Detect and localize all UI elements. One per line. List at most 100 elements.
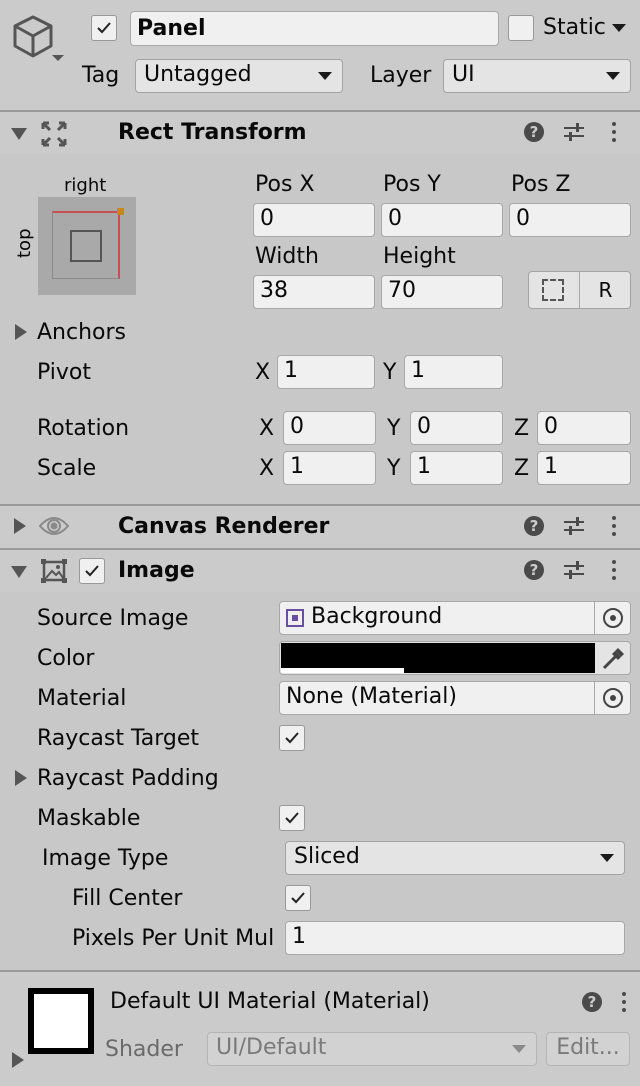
- rect-transform-icon: [40, 120, 68, 148]
- color-swatch[interactable]: [281, 643, 595, 673]
- kebab-menu-icon[interactable]: [610, 515, 618, 537]
- canvas-renderer-eye-icon: [38, 512, 70, 540]
- raycast-padding-foldout-arrow[interactable]: [15, 770, 27, 786]
- rotation-y-label: Y: [387, 416, 401, 441]
- material-label: Material: [37, 686, 127, 711]
- rect-transform-header[interactable]: Rect Transform ?: [0, 110, 640, 154]
- kebab-menu-icon[interactable]: [610, 559, 618, 581]
- image-header[interactable]: Image ?: [0, 548, 640, 592]
- material-field[interactable]: None (Material): [279, 681, 631, 715]
- foldout-arrow-collapsed[interactable]: [14, 518, 26, 534]
- kebab-menu-icon[interactable]: [610, 121, 618, 143]
- active-checkbox[interactable]: [91, 15, 117, 41]
- raycast-target-checkbox[interactable]: [279, 725, 305, 751]
- anchor-preset-v-label: top: [14, 228, 35, 259]
- gameobject-cube-icon[interactable]: [10, 14, 66, 66]
- image-title: Image: [118, 558, 195, 583]
- alpha-bar: [281, 668, 404, 673]
- static-label: Static: [543, 15, 606, 40]
- sprite-icon: [286, 609, 304, 627]
- preset-sliders-icon[interactable]: [563, 121, 585, 143]
- blueprint-icon[interactable]: [542, 279, 564, 301]
- material-thumbnail[interactable]: [28, 988, 94, 1054]
- rotation-z-label: Z: [514, 416, 530, 441]
- maskable-checkbox[interactable]: [279, 805, 305, 831]
- gameobject-header: Panel Static Tag Untagged Layer UI: [0, 0, 640, 110]
- scale-y-field[interactable]: 1: [410, 451, 503, 485]
- pixels-per-unit-field[interactable]: 1: [285, 921, 625, 955]
- pos-z-field[interactable]: 0: [509, 203, 631, 237]
- foldout-arrow-expanded[interactable]: [11, 128, 27, 140]
- pivot-y-field[interactable]: 1: [404, 355, 503, 389]
- pos-x-label: Pos X: [255, 172, 315, 197]
- layer-dropdown[interactable]: UI: [443, 59, 631, 93]
- object-picker-icon[interactable]: [594, 682, 630, 714]
- image-type-label: Image Type: [42, 846, 169, 871]
- pos-y-label: Pos Y: [383, 172, 441, 197]
- height-field[interactable]: 70: [381, 275, 503, 309]
- fill-center-label: Fill Center: [72, 886, 183, 911]
- image-enabled-checkbox[interactable]: [79, 558, 105, 584]
- scale-z-label: Z: [514, 456, 530, 481]
- pivot-label: Pivot: [37, 360, 92, 385]
- raw-edit-icon[interactable]: R: [579, 272, 631, 308]
- canvas-renderer-title: Canvas Renderer: [118, 514, 330, 539]
- fill-center-checkbox[interactable]: [285, 885, 311, 911]
- pivot-x-field[interactable]: 1: [277, 355, 375, 389]
- material-preview-title: Default UI Material (Material): [110, 989, 430, 1014]
- shader-label: Shader: [105, 1037, 183, 1062]
- eyedropper-icon[interactable]: [600, 646, 626, 672]
- color-label: Color: [37, 646, 95, 671]
- material-value: None (Material): [286, 684, 457, 709]
- raycast-target-label: Raycast Target: [37, 726, 200, 751]
- image-component-icon: [40, 558, 68, 584]
- pivot-y-label: Y: [383, 360, 397, 385]
- anchor-handle: [117, 208, 124, 215]
- width-field[interactable]: 38: [253, 275, 375, 309]
- chevron-down-icon: [318, 72, 332, 80]
- anchors-label[interactable]: Anchors: [37, 321, 126, 345]
- blueprint-raw-group: R: [528, 271, 631, 309]
- foldout-arrow-expanded[interactable]: [11, 566, 27, 578]
- height-label: Height: [383, 244, 456, 269]
- scale-x-field[interactable]: 1: [283, 451, 376, 485]
- rotation-x-label: X: [259, 416, 275, 441]
- gameobject-name-input[interactable]: Panel: [130, 11, 499, 46]
- rotation-x-field[interactable]: 0: [283, 411, 376, 445]
- preset-sliders-icon[interactable]: [563, 515, 585, 537]
- static-dropdown-caret[interactable]: [612, 24, 626, 32]
- material-foldout-arrow[interactable]: [12, 1052, 24, 1068]
- pixels-per-unit-label: Pixels Per Unit Mul: [72, 927, 275, 951]
- help-icon[interactable]: ?: [524, 516, 544, 536]
- chevron-down-icon: [600, 854, 614, 862]
- maskable-label: Maskable: [37, 806, 141, 831]
- scale-z-field[interactable]: 1: [537, 451, 631, 485]
- anchors-foldout-arrow[interactable]: [15, 324, 27, 340]
- tag-label: Tag: [82, 63, 120, 88]
- pos-y-field[interactable]: 0: [381, 203, 503, 237]
- preset-sliders-icon[interactable]: [563, 559, 585, 581]
- tag-dropdown[interactable]: Untagged: [135, 59, 343, 93]
- rotation-y-field[interactable]: 0: [410, 411, 503, 445]
- help-icon[interactable]: ?: [524, 560, 544, 580]
- canvas-renderer-header[interactable]: Canvas Renderer ?: [0, 504, 640, 548]
- color-field[interactable]: [279, 641, 631, 675]
- scale-y-label: Y: [387, 456, 401, 481]
- help-icon[interactable]: ?: [524, 122, 544, 142]
- pos-x-field[interactable]: 0: [253, 203, 375, 237]
- help-icon[interactable]: ?: [582, 992, 602, 1012]
- static-checkbox[interactable]: [508, 15, 534, 41]
- rotation-z-field[interactable]: 0: [537, 411, 631, 445]
- shader-edit-button: Edit...: [546, 1032, 630, 1066]
- kebab-menu-icon[interactable]: [620, 991, 628, 1013]
- anchor-inner-rect: [70, 230, 102, 262]
- scale-x-label: X: [259, 456, 275, 481]
- tag-value: Untagged: [144, 62, 252, 87]
- layer-value: UI: [452, 62, 475, 87]
- raycast-padding-label[interactable]: Raycast Padding: [37, 767, 219, 791]
- rect-transform-title: Rect Transform: [118, 120, 307, 145]
- image-type-dropdown[interactable]: Sliced: [285, 841, 625, 875]
- source-image-field[interactable]: Background: [279, 601, 631, 635]
- object-picker-icon[interactable]: [594, 602, 630, 634]
- anchor-presets-button[interactable]: [38, 197, 136, 295]
